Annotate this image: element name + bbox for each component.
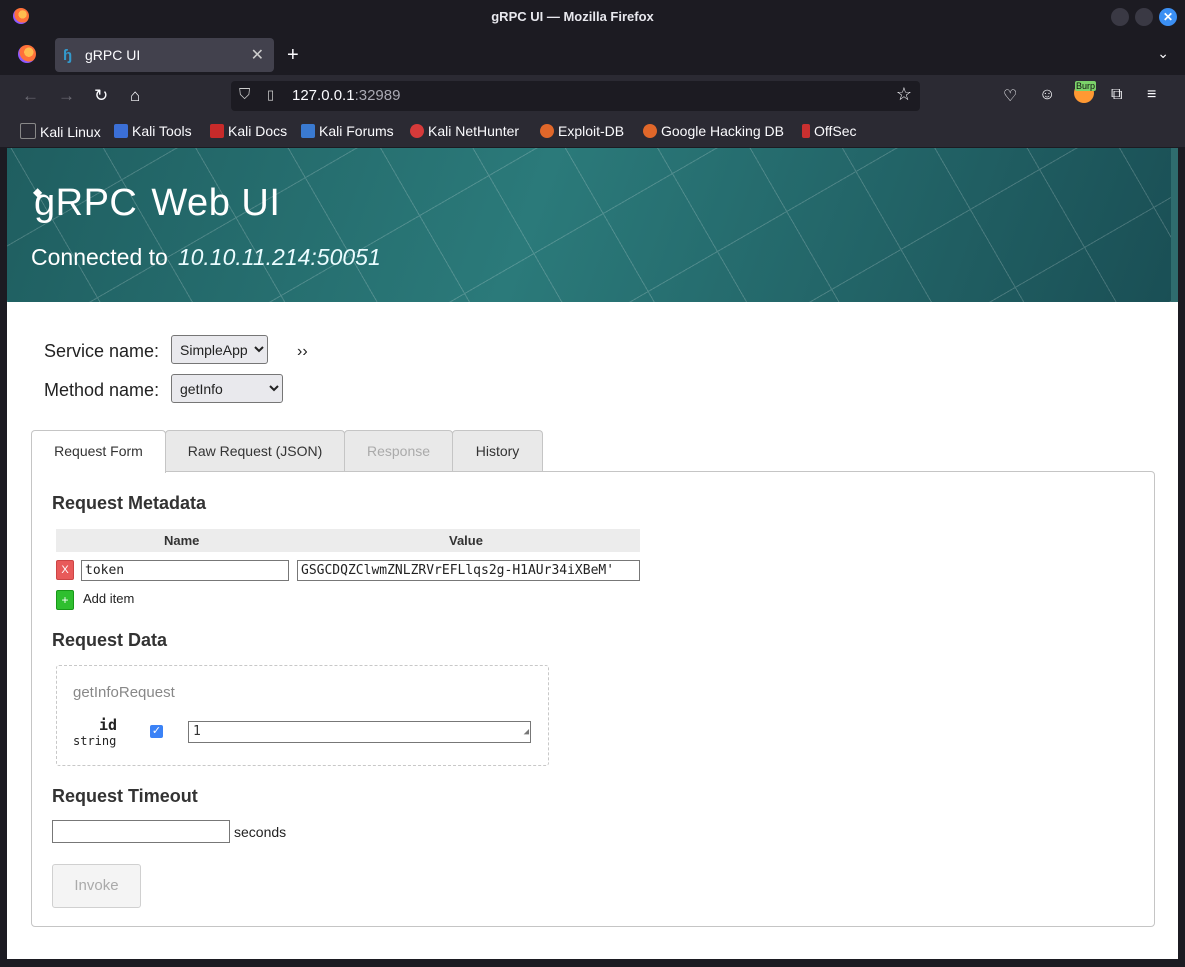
field-name: id: [99, 716, 118, 734]
add-metadata-button[interactable]: +: [56, 590, 74, 610]
bookmark-kali-linux[interactable]: Kali Linux: [20, 123, 101, 140]
server-address: 10.10.11.214:50051: [177, 244, 381, 270]
new-tab-button[interactable]: +: [287, 44, 299, 67]
request-form-panel: Request Metadata Name Value X token GSGC…: [31, 471, 1155, 927]
expand-arrows-icon[interactable]: ››: [297, 343, 308, 361]
app-logo: gRPC Web UI: [34, 182, 281, 224]
field-type: string: [73, 734, 117, 748]
message-type-name: getInfoRequest: [73, 684, 175, 701]
close-tab-icon[interactable]: ✕: [251, 45, 264, 65]
back-icon[interactable]: ←: [22, 86, 39, 106]
bookmark-star-icon[interactable]: ☆: [896, 84, 912, 105]
banner-pattern: [7, 148, 1171, 302]
seconds-label: seconds: [234, 824, 287, 840]
browser-window: gRPC UI — Mozilla Firefox ✕ ɧ gRPC UI ✕ …: [0, 0, 1185, 967]
profile-icon[interactable]: ☺: [1039, 86, 1055, 104]
connection-status: Connected to 10.10.11.214:50051: [31, 244, 381, 270]
bookmark-google-hacking-db[interactable]: Google Hacking DB: [643, 123, 784, 139]
url-bar[interactable]: ⛉ ▯ 127.0.0.1:32989 ☆: [231, 81, 920, 111]
tab-history[interactable]: History: [452, 430, 543, 472]
bookmark-kali-docs[interactable]: Kali Docs: [210, 123, 287, 139]
id-field-input[interactable]: 1 ◢: [188, 721, 531, 743]
bookmark-kali-tools[interactable]: Kali Tools: [114, 123, 192, 139]
method-name-label: Method name:: [44, 380, 160, 400]
header-banner: ◆ gRPC Web UI Connected to 10.10.11.214:50…: [7, 148, 1171, 302]
maximize-button[interactable]: [1135, 8, 1153, 26]
bookmark-exploit-db[interactable]: Exploit-DB: [540, 123, 624, 139]
tab-raw-request[interactable]: Raw Request (JSON): [165, 430, 345, 472]
title-bar: gRPC UI — Mozilla Firefox ✕: [0, 0, 1185, 33]
kali-forums-icon: [301, 124, 315, 138]
bookmark-kali-forums[interactable]: Kali Forums: [301, 123, 394, 139]
request-message-box: getInfoRequest id string ✓ 1 ◢: [56, 665, 549, 766]
scrollbar[interactable]: [1171, 148, 1178, 302]
invoke-button[interactable]: Invoke: [52, 864, 141, 908]
kali-dragon-icon: [20, 123, 36, 139]
minimize-button[interactable]: [1111, 8, 1129, 26]
bookmarks-toolbar: Kali Linux Kali Tools Kali Docs Kali For…: [0, 117, 1185, 147]
navigation-toolbar: ← → ↻ ⌂ ⛉ ▯ 127.0.0.1:32989 ☆ ♡ ☺ Burp ⧉…: [0, 75, 1185, 117]
metadata-table-header: Name Value: [56, 529, 640, 552]
bookmark-kali-nethunter[interactable]: Kali NetHunter: [410, 123, 519, 139]
add-item-label: Add item: [83, 591, 135, 606]
col-name: Name: [164, 533, 200, 548]
method-select[interactable]: getInfo: [171, 374, 283, 403]
metadata-value-input[interactable]: GSGCDQZClwmZNLZRVrEFLlqs2g-H1AUr34iXBeM': [297, 560, 640, 581]
pocket-icon[interactable]: ♡: [1003, 86, 1017, 106]
reload-icon[interactable]: ↻: [94, 86, 108, 106]
timeout-input[interactable]: [52, 820, 230, 843]
kali-tools-icon: [114, 124, 128, 138]
offsec-icon: [802, 124, 810, 138]
shield-icon[interactable]: ⛉: [239, 86, 250, 103]
extensions-icon[interactable]: ⧉: [1111, 86, 1122, 104]
grpc-tab-icon: ɧ: [63, 47, 73, 64]
home-icon[interactable]: ⌂: [130, 86, 140, 106]
forward-icon[interactable]: →: [58, 86, 75, 106]
metadata-name-input[interactable]: token: [81, 560, 289, 581]
service-name-label: Service name:: [44, 341, 160, 361]
url-text[interactable]: 127.0.0.1:32989: [292, 87, 400, 104]
tab-request-form[interactable]: Request Form: [31, 430, 166, 473]
page-icon: ▯: [267, 87, 275, 102]
tab-response: Response: [344, 430, 453, 472]
tab-label: gRPC UI: [85, 47, 141, 63]
window-title: gRPC UI — Mozilla Firefox: [491, 9, 654, 24]
col-value: Value: [449, 533, 483, 548]
ghdb-icon: [643, 124, 657, 138]
menu-icon[interactable]: ≡: [1147, 86, 1156, 104]
field-enabled-checkbox[interactable]: ✓: [150, 725, 163, 738]
burp-extension-icon[interactable]: Burp: [1074, 81, 1097, 103]
page-content: ◆ gRPC Web UI Connected to 10.10.11.214:50…: [7, 148, 1178, 959]
remove-metadata-button[interactable]: X: [56, 560, 74, 580]
resize-grip-icon[interactable]: ◢: [524, 722, 529, 742]
nethunter-icon: [410, 124, 424, 138]
list-all-tabs-icon[interactable]: ⌄: [1157, 45, 1169, 62]
timeout-heading: Request Timeout: [52, 786, 198, 806]
firefox-view-icon[interactable]: [18, 45, 36, 63]
service-select[interactable]: SimpleApp: [171, 335, 268, 364]
request-data-heading: Request Data: [52, 630, 168, 650]
tab-strip: ɧ gRPC UI ✕ + ⌄: [0, 33, 1185, 75]
bookmark-offsec[interactable]: OffSec: [802, 123, 857, 139]
exploit-db-icon: [540, 124, 554, 138]
kali-docs-icon: [210, 124, 224, 138]
browser-tab[interactable]: ɧ gRPC UI ✕: [55, 38, 274, 72]
metadata-heading: Request Metadata: [52, 493, 207, 513]
close-window-button[interactable]: ✕: [1159, 8, 1177, 26]
